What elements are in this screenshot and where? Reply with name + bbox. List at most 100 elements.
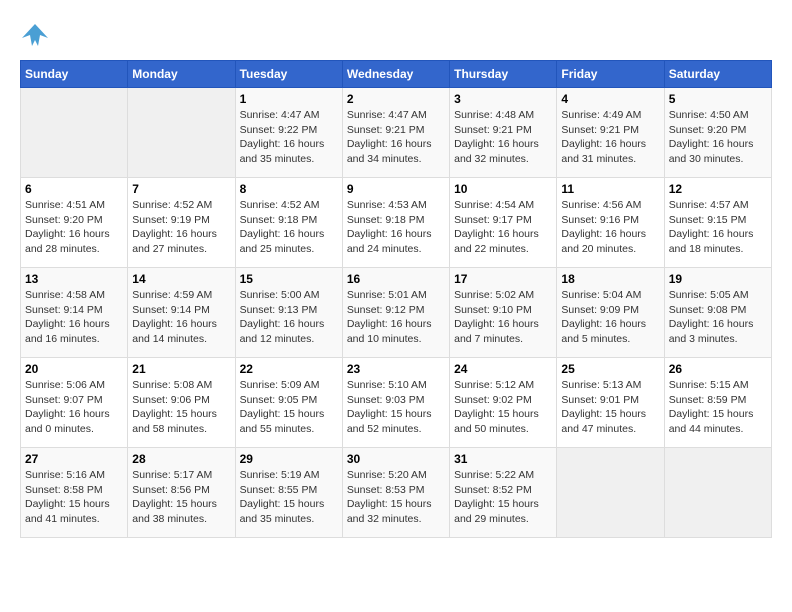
day-info: Sunrise: 4:58 AM Sunset: 9:14 PM Dayligh… (25, 288, 123, 347)
day-info: Sunrise: 4:49 AM Sunset: 9:21 PM Dayligh… (561, 108, 659, 167)
day-number: 17 (454, 272, 552, 286)
day-info: Sunrise: 5:10 AM Sunset: 9:03 PM Dayligh… (347, 378, 445, 437)
day-info: Sunrise: 5:06 AM Sunset: 9:07 PM Dayligh… (25, 378, 123, 437)
calendar-cell: 26Sunrise: 5:15 AM Sunset: 8:59 PM Dayli… (664, 358, 771, 448)
calendar-cell: 28 Sunrise: 5:17 AM Sunset: 8:56 PM Dayli… (128, 448, 235, 538)
day-info: Sunrise: 5:02 AM Sunset: 9:10 PM Dayligh… (454, 288, 552, 347)
logo-icon (20, 20, 50, 50)
logo (20, 20, 54, 50)
calendar-cell: 3 Sunrise: 4:48 AM Sunset: 9:21 PM Daylig… (450, 88, 557, 178)
day-number: 28 (132, 452, 230, 466)
calendar-cell: 21 Sunrise: 5:08 AM Sunset: 9:06 PM Dayli… (128, 358, 235, 448)
weekday-header: Sunday (21, 61, 128, 88)
weekday-header: Friday (557, 61, 664, 88)
calendar-cell (21, 88, 128, 178)
day-info: Sunrise: 5:05 AM Sunset: 9:08 PM Dayligh… (669, 288, 767, 347)
calendar-cell (128, 88, 235, 178)
day-info: Sunrise: 5:13 AM Sunset: 9:01 PM Dayligh… (561, 378, 659, 437)
calendar-cell: 4 Sunrise: 4:49 AM Sunset: 9:21 PM Daylig… (557, 88, 664, 178)
calendar-header-row: SundayMondayTuesdayWednesdayThursdayFrid… (21, 61, 772, 88)
day-info: Sunrise: 5:08 AM Sunset: 9:06 PM Dayligh… (132, 378, 230, 437)
day-number: 2 (347, 92, 445, 106)
calendar-cell: 17 Sunrise: 5:02 AM Sunset: 9:10 PM Dayli… (450, 268, 557, 358)
day-info: Sunrise: 4:48 AM Sunset: 9:21 PM Dayligh… (454, 108, 552, 167)
day-info: Sunrise: 5:00 AM Sunset: 9:13 PM Dayligh… (240, 288, 338, 347)
calendar-week-row: 20 Sunrise: 5:06 AM Sunset: 9:07 PM Dayli… (21, 358, 772, 448)
day-number: 29 (240, 452, 338, 466)
calendar-cell: 31Sunrise: 5:22 AM Sunset: 8:52 PM Dayli… (450, 448, 557, 538)
calendar-cell: 25 Sunrise: 5:13 AM Sunset: 9:01 PM Dayli… (557, 358, 664, 448)
day-info: Sunrise: 4:50 AM Sunset: 9:20 PM Dayligh… (669, 108, 767, 167)
calendar-week-row: 27Sunrise: 5:16 AM Sunset: 8:58 PM Dayli… (21, 448, 772, 538)
day-number: 14 (132, 272, 230, 286)
calendar-cell: 6 Sunrise: 4:51 AM Sunset: 9:20 PM Daylig… (21, 178, 128, 268)
day-number: 21 (132, 362, 230, 376)
day-info: Sunrise: 5:01 AM Sunset: 9:12 PM Dayligh… (347, 288, 445, 347)
page-header (20, 20, 772, 50)
day-number: 27 (25, 452, 123, 466)
day-number: 20 (25, 362, 123, 376)
calendar-week-row: 6 Sunrise: 4:51 AM Sunset: 9:20 PM Daylig… (21, 178, 772, 268)
day-number: 3 (454, 92, 552, 106)
calendar-cell: 23Sunrise: 5:10 AM Sunset: 9:03 PM Dayli… (342, 358, 449, 448)
weekday-header: Saturday (664, 61, 771, 88)
day-info: Sunrise: 4:47 AM Sunset: 9:22 PM Dayligh… (240, 108, 338, 167)
calendar-cell: 12Sunrise: 4:57 AM Sunset: 9:15 PM Dayli… (664, 178, 771, 268)
calendar-cell: 27Sunrise: 5:16 AM Sunset: 8:58 PM Dayli… (21, 448, 128, 538)
day-info: Sunrise: 5:20 AM Sunset: 8:53 PM Dayligh… (347, 468, 445, 527)
calendar-cell: 8Sunrise: 4:52 AM Sunset: 9:18 PM Daylig… (235, 178, 342, 268)
day-number: 25 (561, 362, 659, 376)
day-info: Sunrise: 4:52 AM Sunset: 9:19 PM Dayligh… (132, 198, 230, 257)
day-number: 18 (561, 272, 659, 286)
calendar-cell: 1 Sunrise: 4:47 AM Sunset: 9:22 PM Daylig… (235, 88, 342, 178)
day-number: 10 (454, 182, 552, 196)
day-info: Sunrise: 4:47 AM Sunset: 9:21 PM Dayligh… (347, 108, 445, 167)
calendar-cell: 16 Sunrise: 5:01 AM Sunset: 9:12 PM Dayli… (342, 268, 449, 358)
calendar-cell: 20 Sunrise: 5:06 AM Sunset: 9:07 PM Dayli… (21, 358, 128, 448)
day-info: Sunrise: 4:54 AM Sunset: 9:17 PM Dayligh… (454, 198, 552, 257)
day-info: Sunrise: 4:52 AM Sunset: 9:18 PM Dayligh… (240, 198, 338, 257)
day-number: 11 (561, 182, 659, 196)
day-number: 16 (347, 272, 445, 286)
day-info: Sunrise: 5:19 AM Sunset: 8:55 PM Dayligh… (240, 468, 338, 527)
day-number: 6 (25, 182, 123, 196)
day-number: 30 (347, 452, 445, 466)
day-number: 9 (347, 182, 445, 196)
day-info: Sunrise: 4:51 AM Sunset: 9:20 PM Dayligh… (25, 198, 123, 257)
weekday-header: Monday (128, 61, 235, 88)
calendar-cell: 11 Sunrise: 4:56 AM Sunset: 9:16 PM Dayli… (557, 178, 664, 268)
day-info: Sunrise: 4:56 AM Sunset: 9:16 PM Dayligh… (561, 198, 659, 257)
weekday-header: Wednesday (342, 61, 449, 88)
day-number: 12 (669, 182, 767, 196)
day-number: 4 (561, 92, 659, 106)
calendar-cell: 13 Sunrise: 4:58 AM Sunset: 9:14 PM Dayli… (21, 268, 128, 358)
calendar-cell: 2 Sunrise: 4:47 AM Sunset: 9:21 PM Daylig… (342, 88, 449, 178)
calendar-cell: 7 Sunrise: 4:52 AM Sunset: 9:19 PM Daylig… (128, 178, 235, 268)
day-info: Sunrise: 5:15 AM Sunset: 8:59 PM Dayligh… (669, 378, 767, 437)
calendar-cell: 14 Sunrise: 4:59 AM Sunset: 9:14 PM Dayli… (128, 268, 235, 358)
calendar-cell: 9Sunrise: 4:53 AM Sunset: 9:18 PM Daylig… (342, 178, 449, 268)
day-number: 31 (454, 452, 552, 466)
day-info: Sunrise: 5:09 AM Sunset: 9:05 PM Dayligh… (240, 378, 338, 437)
day-info: Sunrise: 5:12 AM Sunset: 9:02 PM Dayligh… (454, 378, 552, 437)
calendar-cell: 29 Sunrise: 5:19 AM Sunset: 8:55 PM Dayli… (235, 448, 342, 538)
day-number: 1 (240, 92, 338, 106)
day-number: 19 (669, 272, 767, 286)
calendar-table: SundayMondayTuesdayWednesdayThursdayFrid… (20, 60, 772, 538)
calendar-cell (557, 448, 664, 538)
calendar-cell: 10 Sunrise: 4:54 AM Sunset: 9:17 PM Dayli… (450, 178, 557, 268)
calendar-cell: 15Sunrise: 5:00 AM Sunset: 9:13 PM Dayli… (235, 268, 342, 358)
calendar-cell: 18 Sunrise: 5:04 AM Sunset: 9:09 PM Dayli… (557, 268, 664, 358)
calendar-cell: 22 Sunrise: 5:09 AM Sunset: 9:05 PM Dayli… (235, 358, 342, 448)
day-number: 13 (25, 272, 123, 286)
day-number: 7 (132, 182, 230, 196)
day-info: Sunrise: 4:59 AM Sunset: 9:14 PM Dayligh… (132, 288, 230, 347)
weekday-header: Tuesday (235, 61, 342, 88)
day-info: Sunrise: 5:17 AM Sunset: 8:56 PM Dayligh… (132, 468, 230, 527)
calendar-week-row: 1 Sunrise: 4:47 AM Sunset: 9:22 PM Daylig… (21, 88, 772, 178)
day-number: 22 (240, 362, 338, 376)
calendar-cell: 19 Sunrise: 5:05 AM Sunset: 9:08 PM Dayli… (664, 268, 771, 358)
calendar-cell (664, 448, 771, 538)
calendar-week-row: 13 Sunrise: 4:58 AM Sunset: 9:14 PM Dayli… (21, 268, 772, 358)
day-info: Sunrise: 5:04 AM Sunset: 9:09 PM Dayligh… (561, 288, 659, 347)
